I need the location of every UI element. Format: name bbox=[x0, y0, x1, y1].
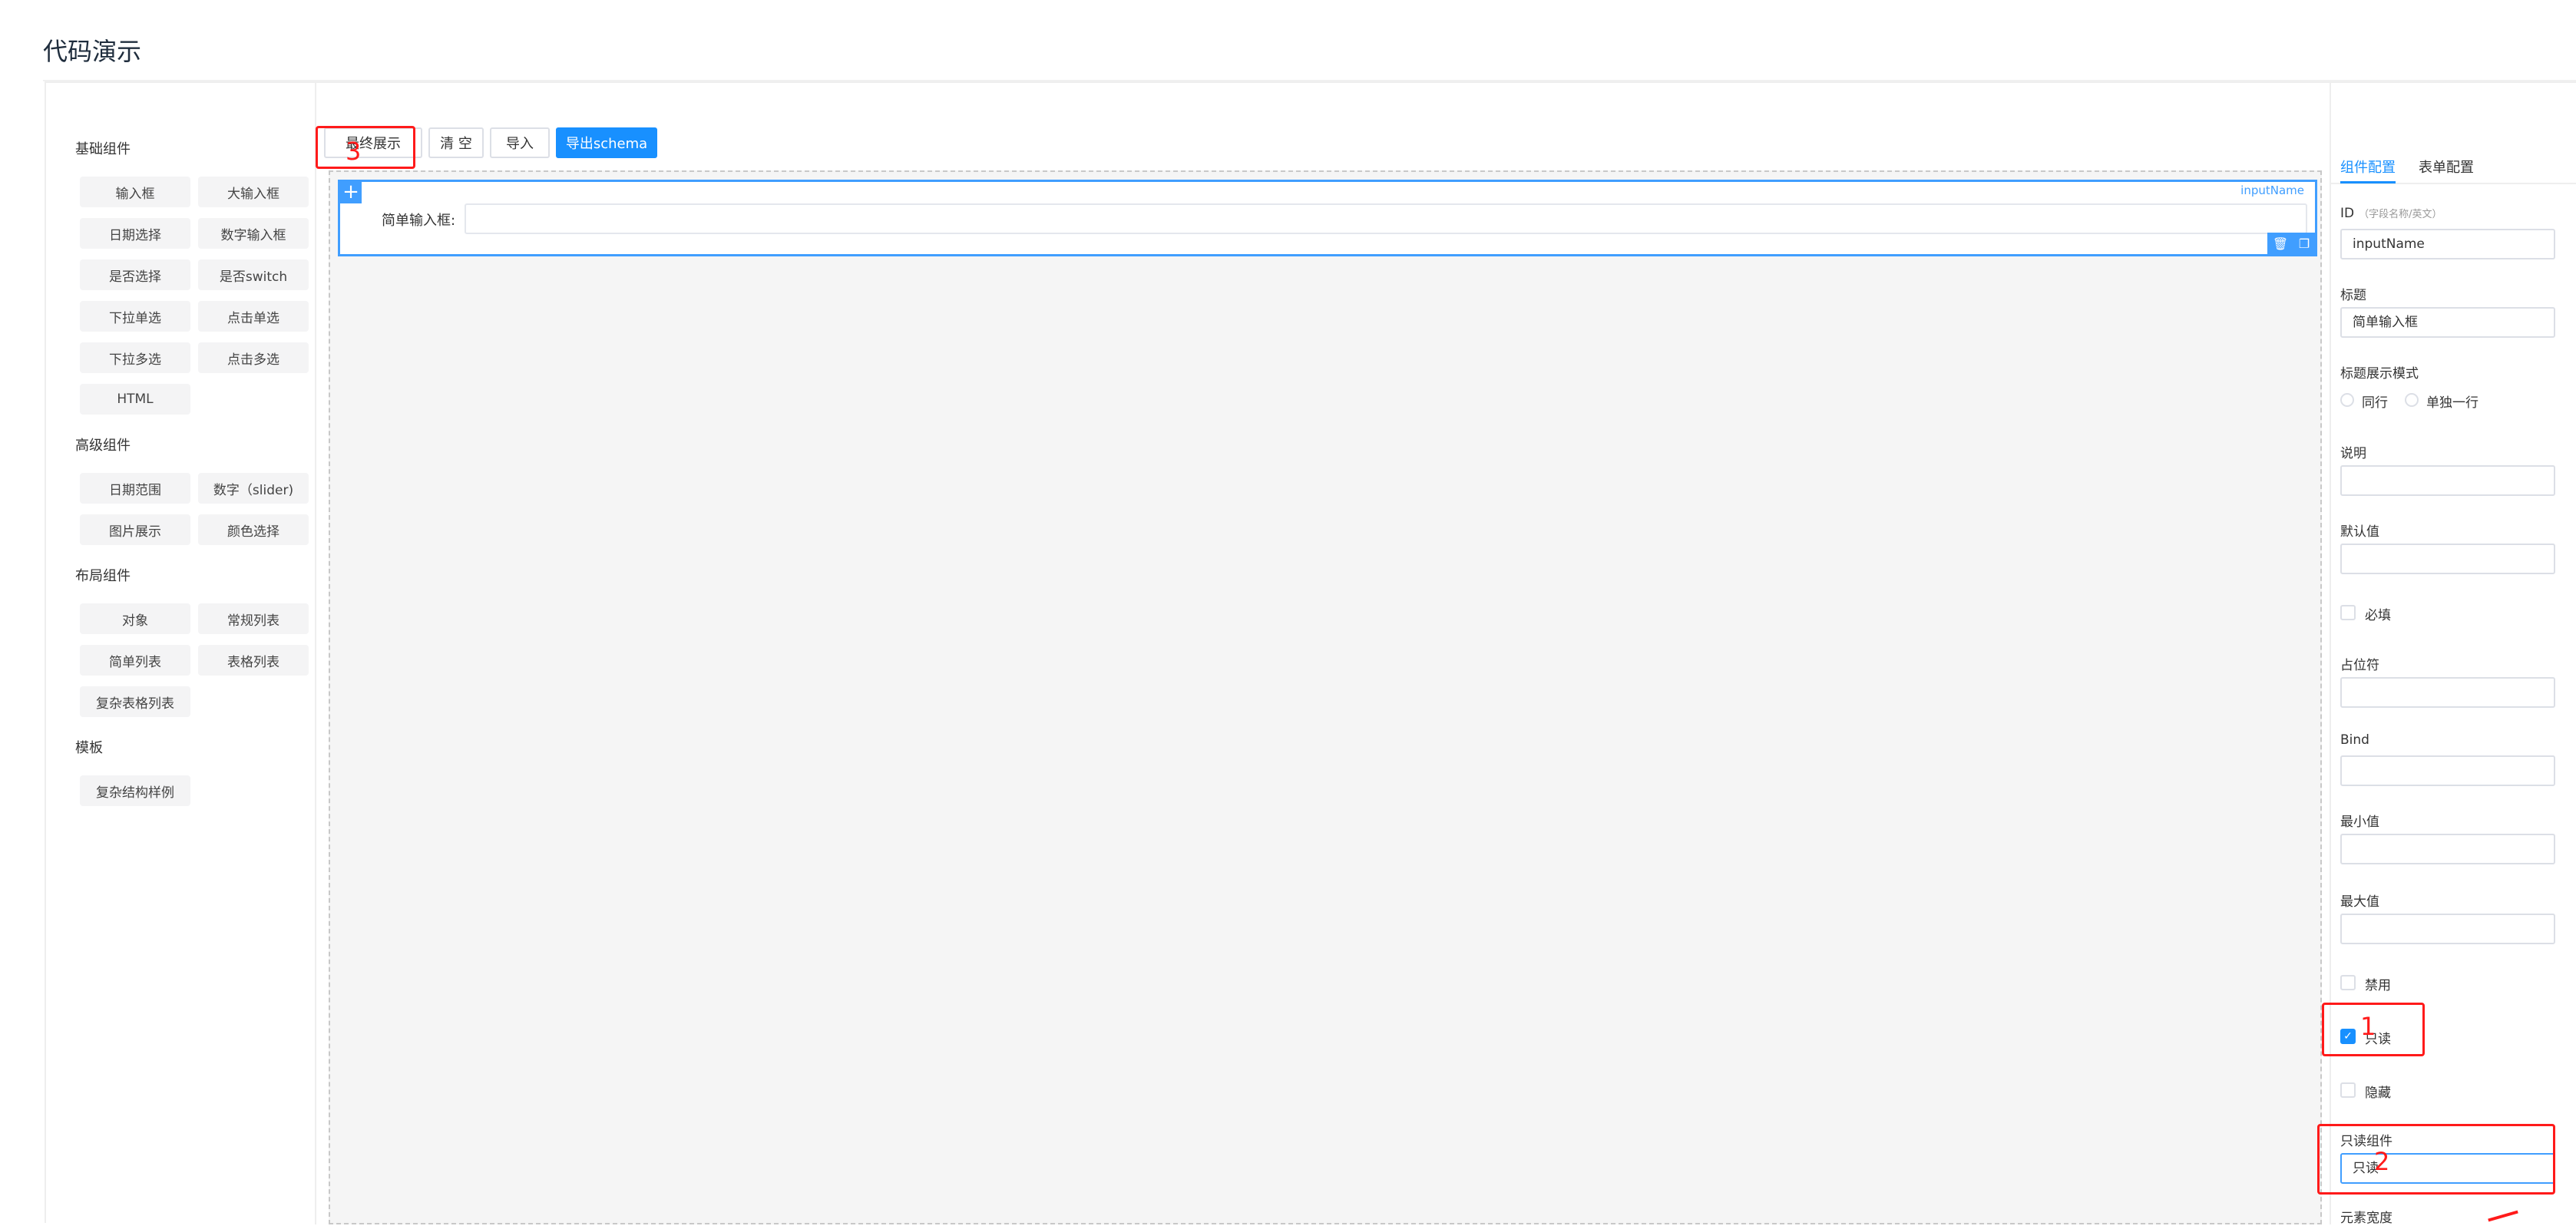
palette-item-table-list[interactable]: 表格列表 bbox=[198, 645, 309, 676]
selected-field[interactable]: + inputName 简单输入框: 🗑 ❐ bbox=[338, 180, 2317, 256]
group-title-template: 模板 bbox=[75, 740, 103, 756]
min-value-label: 最小值 bbox=[2340, 815, 2379, 830]
title-mode-label: 标题展示模式 bbox=[2340, 366, 2419, 382]
annotation-number-3: 3 bbox=[346, 137, 362, 166]
delete-icon[interactable]: 🗑 bbox=[2273, 236, 2288, 251]
max-value-input[interactable] bbox=[2340, 914, 2555, 944]
annotation-box-2 bbox=[2317, 1124, 2555, 1195]
element-width-label: 元素宽度 bbox=[2340, 1211, 2392, 1226]
palette-item-radio[interactable]: 点击单选 bbox=[198, 301, 309, 332]
palette-item-switch[interactable]: 是否switch bbox=[198, 259, 309, 290]
placeholder-input[interactable] bbox=[2340, 677, 2555, 708]
palette-item-date[interactable]: 日期选择 bbox=[80, 218, 190, 249]
palette-item-checkboxes[interactable]: 点击多选 bbox=[198, 342, 309, 373]
radio-separate-label: 单独一行 bbox=[2426, 395, 2478, 411]
tab-component-config[interactable]: 组件配置 bbox=[2340, 157, 2396, 177]
palette-item-image[interactable]: 图片展示 bbox=[80, 514, 190, 545]
palette-item-simple-list[interactable]: 简单列表 bbox=[80, 645, 190, 676]
disabled-label: 禁用 bbox=[2365, 978, 2391, 993]
component-palette: 基础组件 输入框 大输入框 日期选择 数字输入框 是否选择 是否switch 下… bbox=[46, 83, 316, 1224]
max-value-label: 最大值 bbox=[2340, 894, 2379, 910]
required-checkbox[interactable] bbox=[2340, 605, 2356, 620]
disabled-checkbox[interactable] bbox=[2340, 975, 2356, 990]
palette-item-complex-table[interactable]: 复杂表格列表 bbox=[80, 686, 190, 717]
palette-item-slider[interactable]: 数字（slider) bbox=[198, 473, 309, 504]
page-title: 代码演示 bbox=[43, 37, 142, 66]
radio-inline[interactable] bbox=[2340, 393, 2354, 407]
form-builder: 基础组件 输入框 大输入框 日期选择 数字输入框 是否选择 是否switch 下… bbox=[45, 81, 2576, 1226]
palette-item-textarea[interactable]: 大输入框 bbox=[198, 177, 309, 207]
description-input[interactable] bbox=[2340, 465, 2555, 496]
title-mode-radios: 同行 单独一行 bbox=[2340, 393, 2571, 411]
tab-active-indicator bbox=[2340, 181, 2396, 183]
hidden-checkbox[interactable] bbox=[2340, 1082, 2356, 1098]
annotation-box-3 bbox=[316, 126, 415, 169]
description-label: 说明 bbox=[2340, 446, 2366, 461]
palette-item-complex-sample[interactable]: 复杂结构样例 bbox=[80, 775, 190, 806]
id-label: ID （字段名称/英文） bbox=[2340, 206, 2442, 221]
default-value-input[interactable] bbox=[2340, 544, 2555, 574]
tab-form-config[interactable]: 表单配置 bbox=[2419, 157, 2474, 177]
palette-item-checkbox[interactable]: 是否选择 bbox=[80, 259, 190, 290]
bind-label: Bind bbox=[2340, 732, 2369, 748]
palette-item-color[interactable]: 颜色选择 bbox=[198, 514, 309, 545]
default-value-label: 默认值 bbox=[2340, 524, 2379, 540]
palette-item-number[interactable]: 数字输入框 bbox=[198, 218, 309, 249]
field-id-label: inputName bbox=[2240, 183, 2304, 197]
import-button[interactable]: 导入 bbox=[490, 127, 550, 158]
placeholder-label: 占位符 bbox=[2340, 658, 2379, 673]
radio-separate-line[interactable] bbox=[2405, 393, 2419, 407]
id-input[interactable]: inputName bbox=[2340, 229, 2555, 259]
copy-icon[interactable]: ❐ bbox=[2299, 236, 2310, 251]
hidden-label: 隐藏 bbox=[2365, 1086, 2391, 1101]
palette-item-select[interactable]: 下拉单选 bbox=[80, 301, 190, 332]
plus-icon[interactable]: + bbox=[340, 182, 362, 203]
palette-item-html[interactable]: HTML bbox=[80, 384, 190, 415]
radio-inline-label: 同行 bbox=[2362, 395, 2388, 411]
group-title-basic: 基础组件 bbox=[75, 141, 131, 157]
title-input[interactable]: 简单输入框 bbox=[2340, 307, 2555, 338]
bind-input[interactable] bbox=[2340, 755, 2555, 786]
min-value-input[interactable] bbox=[2340, 834, 2555, 864]
title-label: 标题 bbox=[2340, 288, 2366, 303]
field-label: 简单输入框: bbox=[382, 213, 456, 229]
palette-item-list[interactable]: 常规列表 bbox=[198, 603, 309, 634]
palette-item-daterange[interactable]: 日期范围 bbox=[80, 473, 190, 504]
clear-button[interactable]: 清 空 bbox=[428, 127, 484, 158]
group-title-layout: 布局组件 bbox=[75, 568, 131, 584]
palette-item-object[interactable]: 对象 bbox=[80, 603, 190, 634]
form-canvas[interactable]: + inputName 简单输入框: 🗑 ❐ bbox=[329, 170, 2322, 1224]
group-title-advanced: 高级组件 bbox=[75, 438, 131, 454]
field-actions: 🗑 ❐ bbox=[2267, 233, 2315, 254]
palette-item-multiselect[interactable]: 下拉多选 bbox=[80, 342, 190, 373]
annotation-number-2: 2 bbox=[2374, 1147, 2390, 1176]
field-input-preview[interactable] bbox=[465, 203, 2307, 234]
export-schema-button[interactable]: 导出schema bbox=[556, 127, 657, 158]
annotation-number-1: 1 bbox=[2360, 1012, 2376, 1041]
required-label: 必填 bbox=[2365, 608, 2391, 623]
palette-item-input[interactable]: 输入框 bbox=[80, 177, 190, 207]
